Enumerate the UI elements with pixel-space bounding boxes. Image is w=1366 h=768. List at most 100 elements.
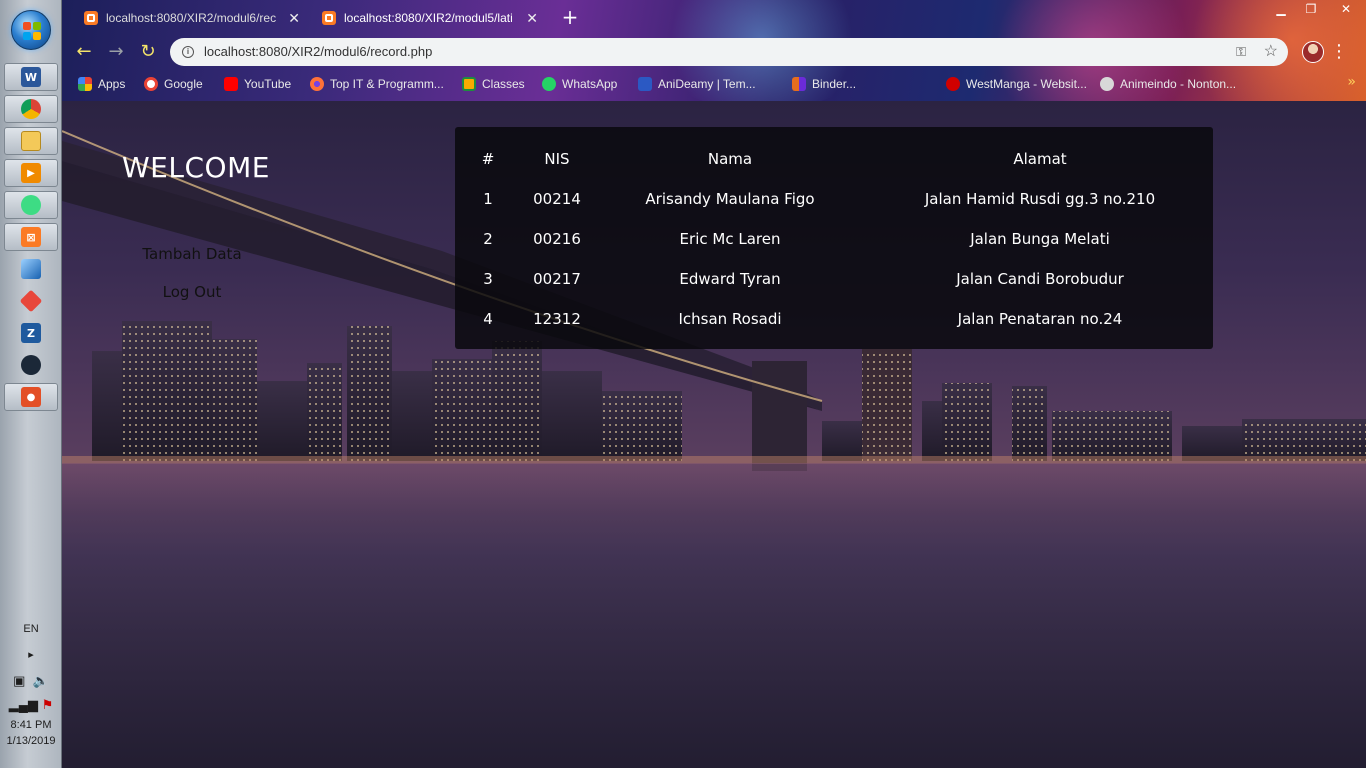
google-icon [144, 77, 158, 91]
bookmark-classes[interactable]: Classes [462, 74, 525, 94]
close-window-button[interactable]: ✕ [1326, 0, 1366, 18]
git-icon [19, 289, 43, 313]
bookmark-binder[interactable]: Binder... [792, 74, 856, 94]
taskbar-android-studio-button[interactable] [4, 191, 58, 219]
tab-close-icon[interactable]: ✕ [526, 4, 538, 32]
tray-expand-icon[interactable]: ▸ [0, 648, 62, 661]
cell-nis: 00217 [533, 270, 581, 288]
table-header-row: # NIS Nama Alamat [455, 127, 1213, 179]
bookmark-google[interactable]: Google [144, 74, 203, 94]
taskbar-explorer-button[interactable] [4, 127, 58, 155]
cell-nama: Arisandy Maulana Figo [645, 190, 815, 208]
minimize-button[interactable]: ▁ [1266, 0, 1296, 18]
table-row: 3 00217 Edward Tyran Jalan Candi Borobud… [455, 259, 1213, 299]
tab-title: localhost:8080/XIR2/modul6/rec [106, 11, 277, 25]
cell-nama: Eric Mc Laren [679, 230, 781, 248]
new-tab-button[interactable]: + [558, 6, 582, 30]
clock-date[interactable]: 1/13/2019 [0, 735, 62, 747]
bookmark-star-icon[interactable]: ☆ [1264, 38, 1278, 66]
cell-alamat: Jalan Hamid Rusdi gg.3 no.210 [924, 190, 1156, 208]
cell-nama: Ichsan Rosadi [678, 310, 782, 328]
flag-error-icon[interactable]: ⚑ [42, 697, 54, 712]
cell-alamat: Jalan Candi Borobudur [956, 270, 1124, 288]
cell-nis: 00216 [533, 230, 581, 248]
key-icon[interactable]: ⚿ [1236, 38, 1246, 66]
taskbar-virtualbox-button[interactable] [4, 255, 58, 283]
bookmark-westmanga[interactable]: WestManga - Websit... [946, 74, 1087, 94]
cell-nis: 12312 [533, 310, 581, 328]
taskbar-filezilla-button[interactable]: Z [4, 319, 58, 347]
bookmark-apps[interactable]: Apps [78, 74, 125, 94]
cell-number: 1 [483, 190, 493, 208]
url-text[interactable]: localhost:8080/XIR2/modul6/record.php [204, 44, 432, 59]
bookmark-top-it[interactable]: Top IT & Programm... [310, 74, 444, 94]
bookmark-whatsapp[interactable]: WhatsApp [542, 74, 617, 94]
bookmark-youtube[interactable]: YouTube [224, 74, 291, 94]
youtube-icon [224, 77, 238, 91]
westmanga-icon [946, 77, 960, 91]
bookmark-animeindo[interactable]: Animeindo - Nonton... [1100, 74, 1236, 94]
profile-avatar[interactable] [1302, 41, 1324, 63]
action-center-icon[interactable]: ▣ [13, 673, 25, 688]
word-icon: W [21, 67, 41, 87]
tray-icons[interactable]: ▣ 🔈 [0, 673, 62, 689]
bookmarks-overflow-icon[interactable]: » [1347, 74, 1356, 90]
network-icon[interactable]: ▂▄▆ [9, 697, 38, 712]
browser-chrome: localhost:8080/XIR2/modul6/rec ✕ localho… [62, 0, 1366, 101]
page-content: WELCOME Tambah Data Log Out # NIS Nama A… [62, 101, 1366, 768]
xampp-icon: ⊠ [21, 227, 41, 247]
tray-icons-2[interactable]: ▂▄▆ ⚑ [0, 697, 62, 713]
cell-number: 2 [483, 230, 493, 248]
taskbar-xampp-button[interactable]: ⊠ [4, 223, 58, 251]
start-button[interactable] [11, 10, 51, 50]
table-row: 4 12312 Ichsan Rosadi Jalan Penataran no… [455, 299, 1213, 339]
taskbar-media-button[interactable]: ▶ [4, 159, 58, 187]
windows-taskbar: W ▶ ⊠ Z ● EN ▸ ▣ 🔈 ▂▄▆ ⚑ 8:41 PM 1/13/20… [0, 0, 62, 768]
water-reflection [62, 463, 1366, 768]
restore-button[interactable]: ❐ [1296, 0, 1326, 18]
firefox-icon [310, 77, 324, 91]
tab-record[interactable]: localhost:8080/XIR2/modul6/rec ✕ [72, 4, 310, 32]
apps-icon [78, 77, 92, 91]
tab-title: localhost:8080/XIR2/modul5/lati [344, 11, 513, 25]
steam-icon [21, 355, 41, 375]
menu-kebab-icon[interactable]: ⋮ [1330, 40, 1348, 64]
student-table: # NIS Nama Alamat 1 00214 Arisandy Maula… [455, 127, 1213, 339]
cell-number: 4 [483, 310, 493, 328]
anime-icon [638, 77, 652, 91]
cell-nama: Edward Tyran [679, 270, 781, 288]
taskbar-word-button[interactable]: W [4, 63, 58, 91]
address-bar[interactable]: i localhost:8080/XIR2/modul6/record.php … [170, 38, 1288, 66]
xampp-favicon-icon [322, 11, 336, 25]
forward-button[interactable]: → [104, 40, 128, 64]
volume-icon[interactable]: 🔈 [33, 673, 49, 688]
back-button[interactable]: ← [72, 40, 96, 64]
info-icon[interactable]: i [182, 46, 194, 58]
cell-alamat: Jalan Penataran no.24 [957, 310, 1123, 328]
cell-alamat: Jalan Bunga Melati [970, 230, 1110, 248]
log-out-link[interactable]: Log Out [122, 283, 262, 301]
file-explorer-icon [21, 131, 41, 151]
animeindo-icon [1100, 77, 1114, 91]
taskbar-chrome-button[interactable] [4, 95, 58, 123]
column-header-nis: NIS [544, 150, 570, 168]
language-indicator[interactable]: EN [0, 623, 62, 635]
taskbar-steam-button[interactable] [4, 351, 58, 379]
chrome-icon [21, 99, 41, 119]
tab-close-icon[interactable]: ✕ [288, 4, 300, 32]
taskbar-bandicam-button[interactable]: ● [4, 383, 58, 411]
cell-nis: 00214 [533, 190, 581, 208]
welcome-heading: WELCOME [122, 151, 270, 184]
student-table-panel: # NIS Nama Alamat 1 00214 Arisandy Maula… [455, 127, 1213, 349]
clock-time[interactable]: 8:41 PM [0, 719, 62, 731]
table-row: 1 00214 Arisandy Maulana Figo Jalan Hami… [455, 179, 1213, 219]
tambah-data-link[interactable]: Tambah Data [122, 245, 262, 263]
taskbar-git-button[interactable] [4, 287, 58, 315]
reload-button[interactable]: ↻ [136, 40, 160, 64]
media-player-icon: ▶ [21, 163, 41, 183]
binder-icon [792, 77, 806, 91]
table-row: 2 00216 Eric Mc Laren Jalan Bunga Melati [455, 219, 1213, 259]
bandicam-icon: ● [21, 387, 41, 407]
bookmark-anideamy[interactable]: AniDeamy | Tem... [638, 74, 756, 94]
tab-latihan[interactable]: localhost:8080/XIR2/modul5/lati ✕ [310, 4, 548, 32]
